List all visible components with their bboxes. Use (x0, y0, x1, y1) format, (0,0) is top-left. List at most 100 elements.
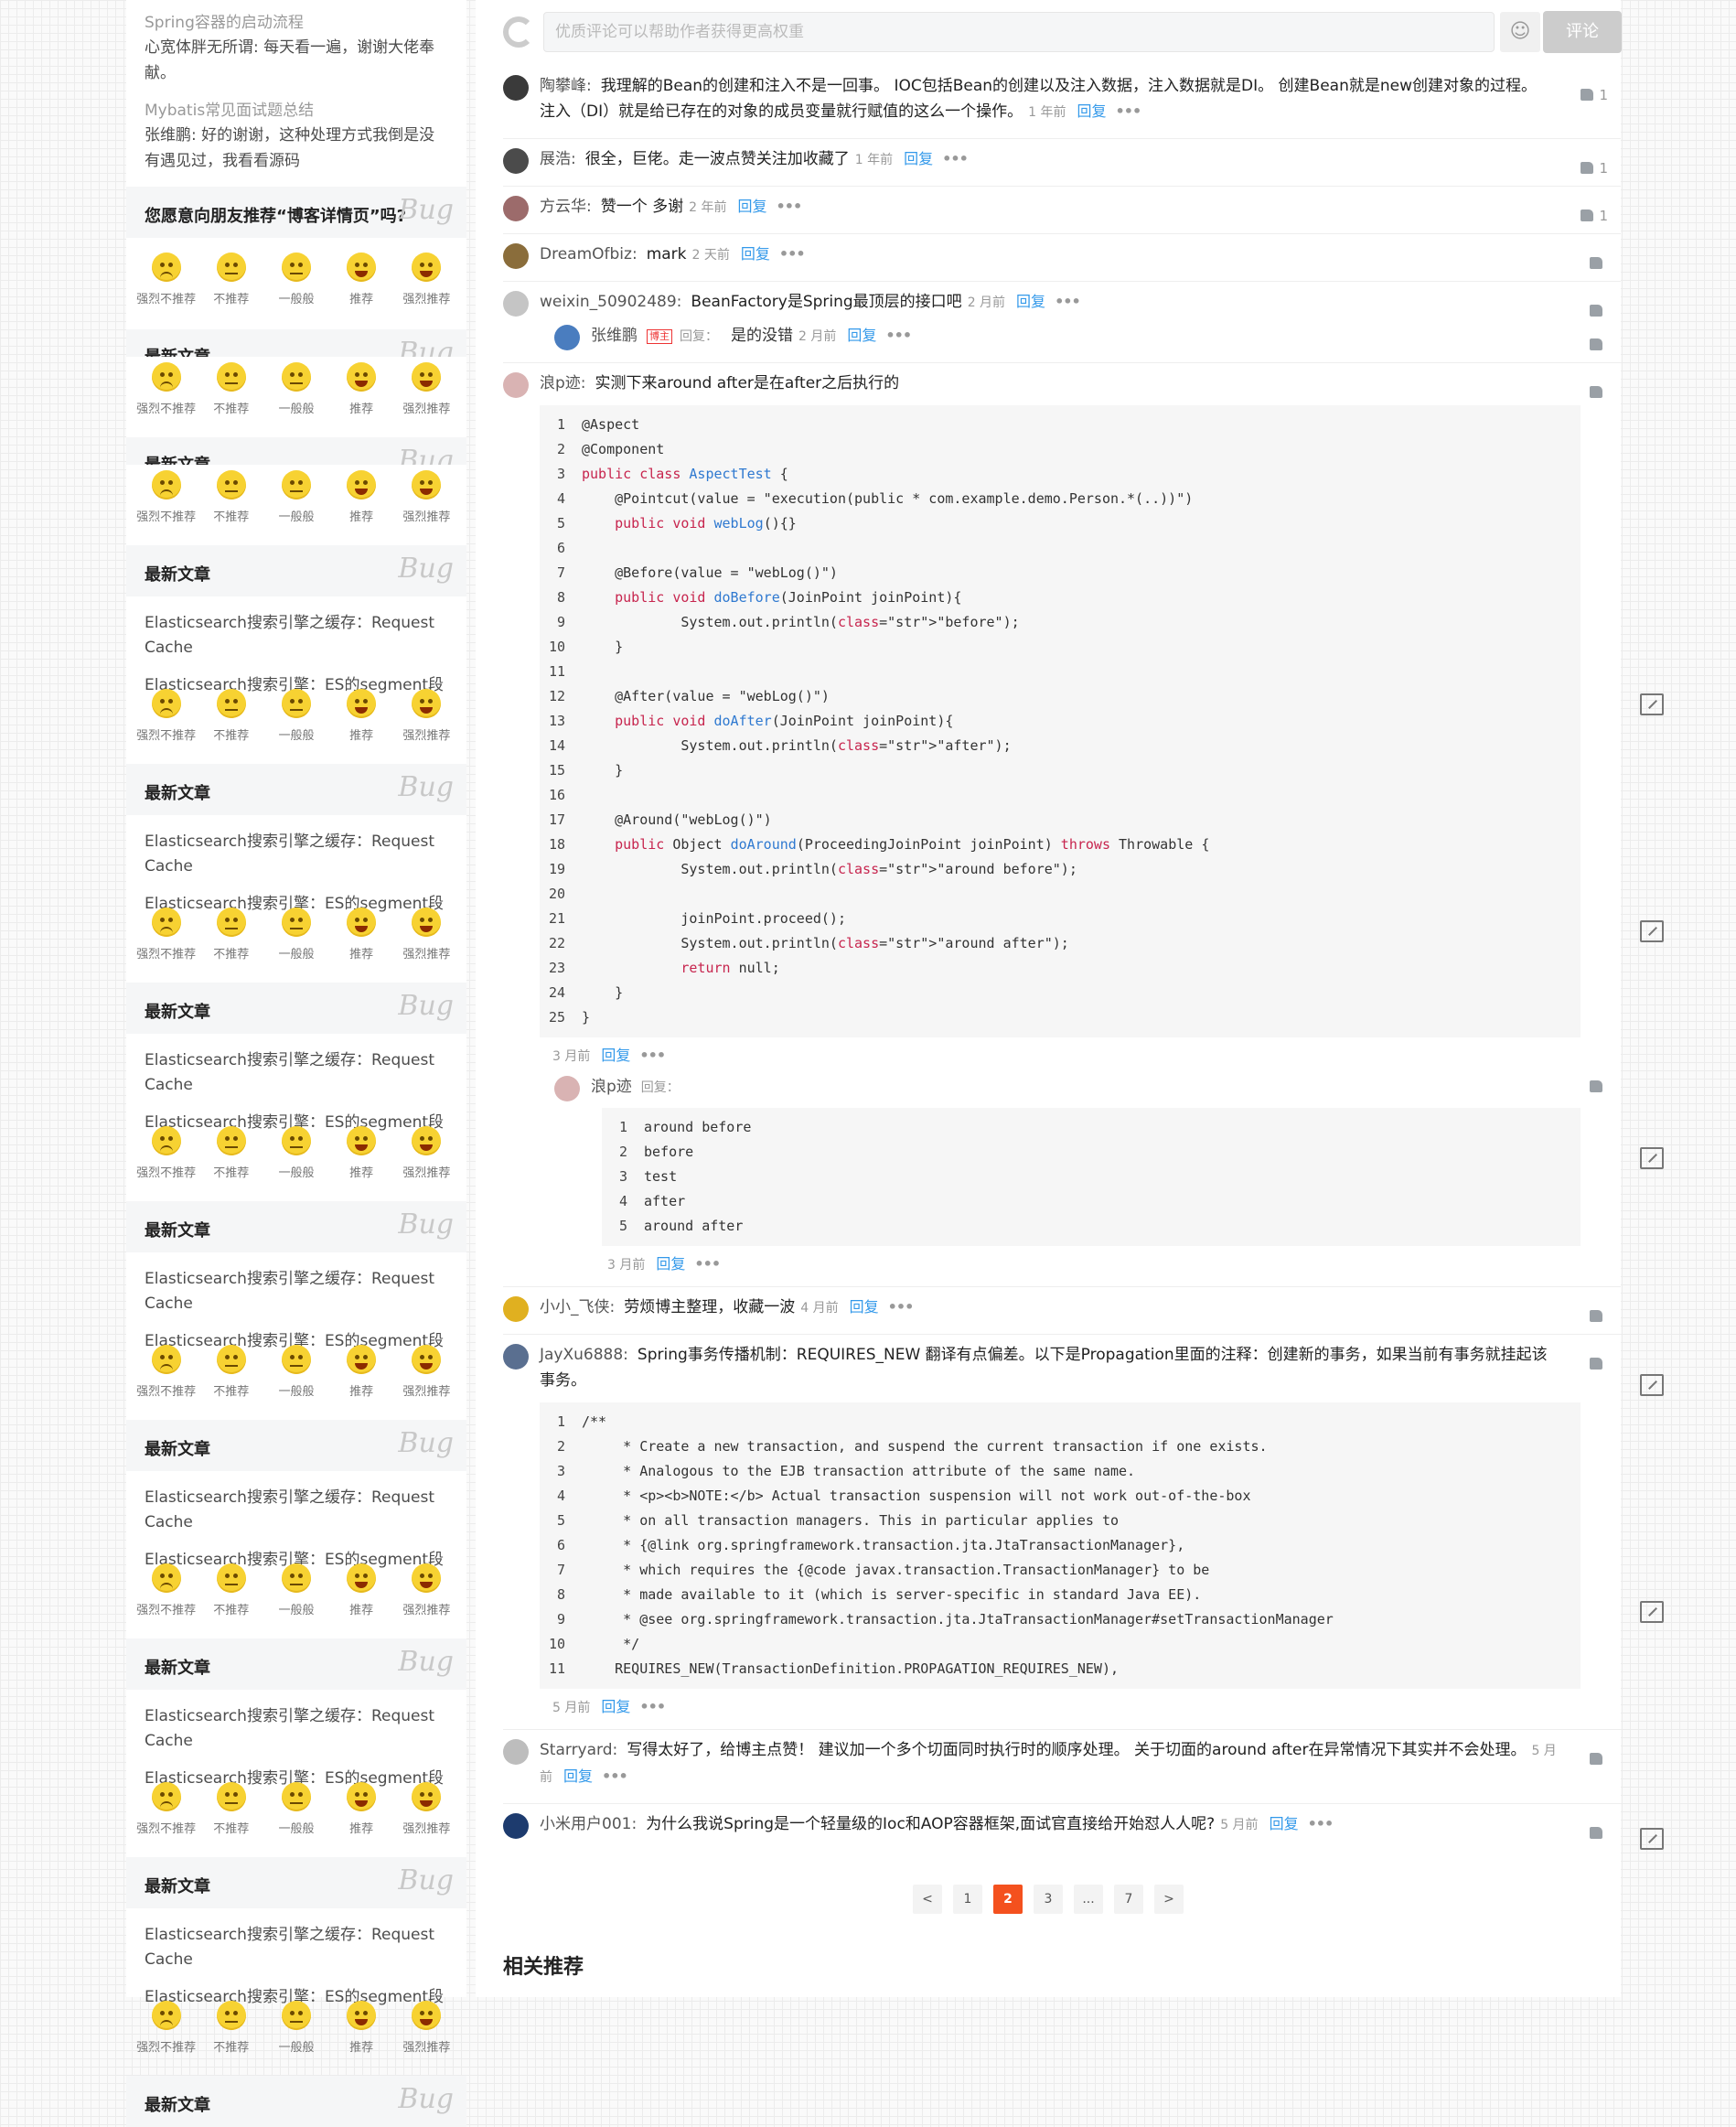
article-link[interactable]: Elasticsearch搜索引擎之缓存：Request Cache (126, 1267, 466, 1316)
rating-option[interactable]: 强烈不推荐 (135, 1777, 198, 1857)
avatar[interactable] (503, 243, 529, 269)
like-button[interactable] (1590, 1304, 1608, 1329)
more-options-icon[interactable]: ••• (888, 1298, 915, 1316)
comment-input[interactable]: 优质评论可以帮助作者获得更高权重 (543, 12, 1495, 52)
rating-option[interactable]: 强烈不推荐 (135, 1339, 198, 1420)
rating-option[interactable]: 不推荐 (200, 1558, 263, 1638)
page-button[interactable]: 2 (993, 1885, 1023, 1914)
reply-button[interactable]: 回复 (1077, 102, 1106, 120)
more-options-icon[interactable]: ••• (1115, 102, 1141, 120)
comment-author[interactable]: Starryard: (540, 1741, 617, 1759)
article-link[interactable]: Elasticsearch搜索引擎之缓存：Request Cache (126, 830, 466, 879)
rating-option[interactable]: 推荐 (330, 1121, 392, 1201)
rating-option[interactable]: 推荐 (330, 1995, 392, 2076)
rating-option[interactable]: 强烈不推荐 (135, 1558, 198, 1638)
rating-option[interactable]: 一般般 (265, 247, 327, 329)
rating-option[interactable]: 不推荐 (200, 357, 263, 437)
reply-button[interactable]: 回复 (1016, 293, 1045, 310)
avatar[interactable] (503, 291, 529, 317)
avatar[interactable] (503, 1813, 529, 1839)
recent-comment-article-link[interactable]: Mybatis常见面试题总结 (145, 99, 448, 123)
page-button[interactable]: 3 (1034, 1885, 1063, 1914)
rating-option[interactable]: 不推荐 (200, 1995, 263, 2076)
rating-option[interactable]: 强烈不推荐 (135, 902, 198, 983)
rating-option[interactable]: 强烈推荐 (395, 1558, 457, 1638)
rating-option[interactable]: 一般般 (265, 357, 327, 437)
avatar[interactable] (503, 148, 529, 174)
comment-author[interactable]: 陶攀峰: (540, 77, 592, 95)
rating-option[interactable]: 强烈不推荐 (135, 1995, 198, 2076)
rating-option[interactable]: 不推荐 (200, 465, 263, 545)
page-button[interactable]: ... (1074, 1885, 1103, 1914)
rating-option[interactable]: 推荐 (330, 357, 392, 437)
page-button[interactable]: 7 (1114, 1885, 1143, 1914)
rating-option[interactable]: 不推荐 (200, 1121, 263, 1201)
page-button[interactable]: > (1154, 1885, 1184, 1914)
edit-icon[interactable] (1640, 1374, 1664, 1396)
rating-option[interactable]: 强烈推荐 (395, 1995, 457, 2076)
article-link[interactable]: Elasticsearch搜索引擎之缓存：Request Cache (126, 1923, 466, 1972)
rating-option[interactable]: 强烈推荐 (395, 465, 457, 545)
reply-button[interactable]: 回复 (1270, 1815, 1299, 1832)
edit-icon[interactable] (1640, 1828, 1664, 1850)
edit-icon[interactable] (1640, 693, 1664, 715)
rating-option[interactable]: 强烈推荐 (395, 1339, 457, 1420)
reply-author[interactable]: 张维鹏 (591, 327, 638, 345)
more-options-icon[interactable]: ••• (885, 327, 912, 344)
rating-option[interactable]: 强烈推荐 (395, 683, 457, 764)
reply-button[interactable]: 回复 (904, 150, 933, 167)
avatar[interactable] (503, 372, 529, 398)
comment-author[interactable]: 小米用户001: (540, 1815, 637, 1833)
avatar[interactable] (503, 1344, 529, 1370)
recent-comment-text[interactable]: 张维鹏: 好的谢谢，这种处理方式我倒是没有遇见过，我看看源码 (145, 123, 448, 174)
rating-option[interactable]: 强烈推荐 (395, 357, 457, 437)
rating-option[interactable]: 不推荐 (200, 1339, 263, 1420)
recent-comment-text[interactable]: 心宽体胖无所谓: 每天看一遍，谢谢大佬奉献。 (145, 35, 448, 86)
rating-option[interactable]: 一般般 (265, 683, 327, 764)
reply-button[interactable]: 回复 (741, 245, 770, 263)
submit-comment-button[interactable]: 评论 (1543, 11, 1622, 53)
avatar[interactable] (503, 1739, 529, 1765)
more-options-icon[interactable]: ••• (779, 245, 806, 263)
like-button[interactable] (1590, 251, 1608, 276)
avatar[interactable] (503, 75, 529, 101)
more-options-icon[interactable]: ••• (694, 1255, 721, 1273)
rating-option[interactable]: 强烈不推荐 (135, 1121, 198, 1201)
rating-option[interactable]: 一般般 (265, 1995, 327, 2076)
more-options-icon[interactable]: ••• (1308, 1815, 1334, 1832)
rating-option[interactable]: 一般般 (265, 1339, 327, 1420)
rating-option[interactable]: 强烈推荐 (395, 902, 457, 983)
rating-option[interactable]: 推荐 (330, 1777, 392, 1857)
article-link[interactable]: Elasticsearch搜索引擎之缓存：Request Cache (126, 1486, 466, 1535)
like-button[interactable] (1590, 1351, 1608, 1377)
page-button[interactable]: < (913, 1885, 942, 1914)
rating-option[interactable]: 推荐 (330, 902, 392, 983)
rating-option[interactable]: 一般般 (265, 902, 327, 983)
reply-author[interactable]: 浪p迹 (591, 1078, 632, 1096)
like-button[interactable] (1590, 1746, 1608, 1772)
avatar[interactable] (554, 325, 580, 350)
edit-icon[interactable] (1640, 920, 1664, 942)
reply-button[interactable]: 回复 (738, 198, 767, 215)
article-link[interactable]: Elasticsearch搜索引擎之缓存：Request Cache (126, 1048, 466, 1098)
rating-option[interactable]: 一般般 (265, 1777, 327, 1857)
rating-option[interactable]: 强烈不推荐 (135, 247, 198, 329)
like-button[interactable]: 1 (1581, 203, 1608, 229)
rating-option[interactable]: 推荐 (330, 247, 392, 329)
reply-button[interactable]: 回复 (847, 327, 876, 344)
article-link[interactable]: Elasticsearch搜索引擎之缓存：Request Cache (126, 611, 466, 661)
edit-icon[interactable] (1640, 1147, 1664, 1169)
rating-option[interactable]: 不推荐 (200, 683, 263, 764)
rating-option[interactable]: 一般般 (265, 465, 327, 545)
more-options-icon[interactable]: ••• (942, 150, 969, 167)
emoji-icon[interactable]: ☺ (1500, 12, 1540, 52)
comment-author[interactable]: DreamOfbiz: (540, 245, 638, 263)
rating-option[interactable]: 推荐 (330, 1558, 392, 1638)
rating-option[interactable]: 推荐 (330, 465, 392, 545)
comment-author[interactable]: 浪p迹: (540, 374, 586, 392)
reply-button[interactable]: 回复 (601, 1698, 630, 1715)
rating-option[interactable]: 不推荐 (200, 247, 263, 329)
rating-option[interactable]: 一般般 (265, 1121, 327, 1201)
rating-option[interactable]: 强烈不推荐 (135, 357, 198, 437)
rating-option[interactable]: 推荐 (330, 1339, 392, 1420)
